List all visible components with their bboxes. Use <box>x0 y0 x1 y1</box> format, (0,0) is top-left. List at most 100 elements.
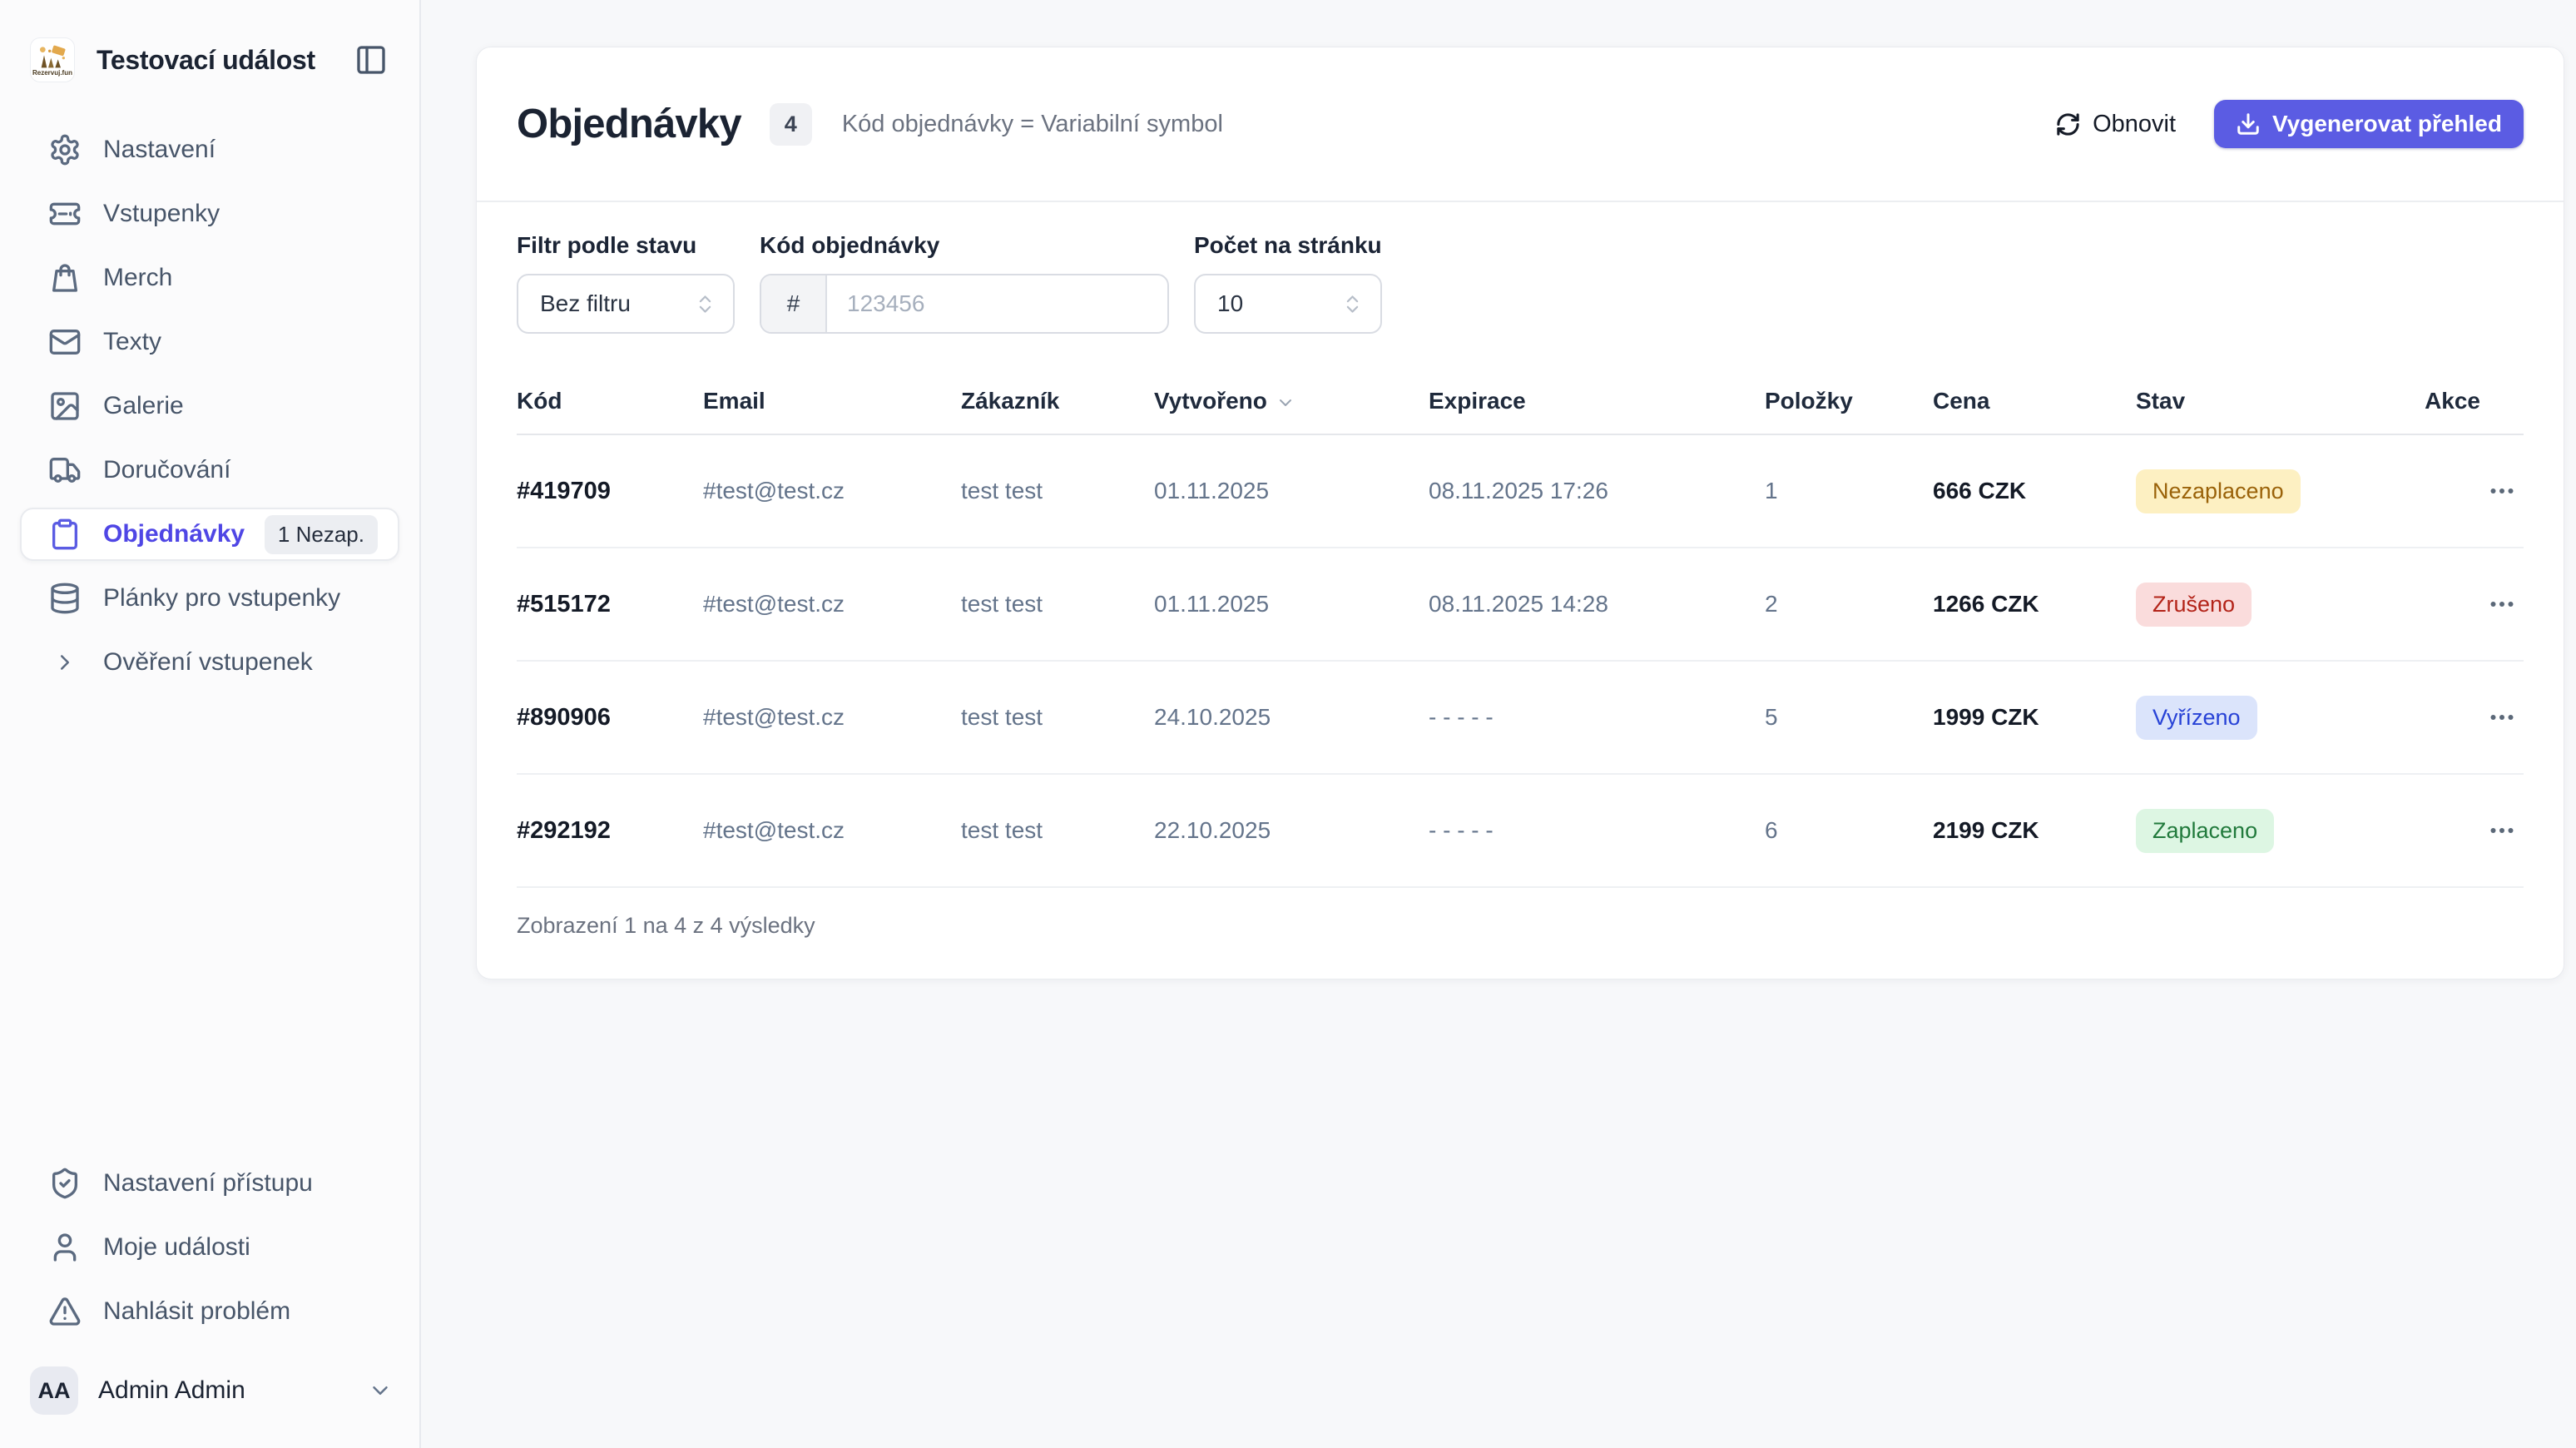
refresh-label: Obnovit <box>2093 111 2176 138</box>
order-code-input-group: # <box>760 274 1169 334</box>
sidebar-item-merch[interactable]: Merch <box>20 251 399 305</box>
status-badge: Nezaplaceno <box>2136 469 2301 513</box>
sidebar-item-label: Nastavení přístupu <box>103 1169 313 1198</box>
per-page-value: 10 <box>1217 290 1243 317</box>
row-actions-button[interactable] <box>2480 696 2524 739</box>
order-expiration: - - - - - <box>1429 817 1765 844</box>
shopping-bag-icon <box>48 261 82 295</box>
order-created: 01.11.2025 <box>1154 478 1429 504</box>
per-page-select[interactable]: 10 <box>1194 274 1382 334</box>
order-email: #test@test.cz <box>703 591 961 617</box>
logo-art-icon <box>36 44 69 69</box>
table-footer: Zobrazení 1 na 4 z 4 výsledky <box>477 888 2564 979</box>
order-code: #890906 <box>517 704 703 731</box>
row-actions-button[interactable] <box>2480 809 2524 852</box>
sidebar-spacer <box>20 689 399 1157</box>
order-price: 1999 CZK <box>1933 704 2136 731</box>
sidebar-header: Rezervuj.fun Testovací událost <box>20 30 399 90</box>
sidebar-nav: Nastavení Vstupenky Merch Texty Galerie … <box>20 123 399 689</box>
row-actions-button[interactable] <box>2480 469 2524 513</box>
panel-left-icon <box>354 43 388 77</box>
sidebar-item-moje-udalosti[interactable]: Moje události <box>20 1221 399 1274</box>
sidebar-item-label: Plánky pro vstupenky <box>103 584 340 612</box>
table-row: #890906 #test@test.cz test test 24.10.20… <box>517 662 2524 775</box>
column-header-expirace: Expirace <box>1429 388 1765 414</box>
orders-header-actions: Obnovit Vygenerovat přehled <box>2055 100 2524 148</box>
sidebar-item-galerie[interactable]: Galerie <box>20 379 399 433</box>
avatar: AA <box>30 1366 78 1415</box>
generate-report-label: Vygenerovat přehled <box>2272 111 2502 137</box>
truck-icon <box>48 454 82 487</box>
chevron-down-icon <box>368 1378 393 1403</box>
event-name: Testovací událost <box>97 45 349 76</box>
order-customer: test test <box>961 704 1154 731</box>
sort-chevron-down-icon <box>1276 389 1295 413</box>
sidebar-item-nastaveni[interactable]: Nastavení <box>20 123 399 176</box>
sidebar-item-label: Doručování <box>103 456 230 484</box>
app-logo: Rezervuj.fun <box>30 37 75 82</box>
sidebar-item-dorucovani[interactable]: Doručování <box>20 444 399 497</box>
sidebar: Rezervuj.fun Testovací událost Nastavení… <box>0 0 421 1448</box>
status-filter-label: Filtr podle stavu <box>517 232 735 259</box>
sidebar-item-label: Merch <box>103 264 172 292</box>
column-header-stav: Stav <box>2136 388 2424 414</box>
sidebar-item-label: Galerie <box>103 392 184 420</box>
column-header-email: Email <box>703 388 961 414</box>
status-badge: Zaplaceno <box>2136 809 2274 853</box>
table-header-row: Kód Email Zákazník Vytvořeno Expirace Po… <box>517 369 2524 435</box>
order-email: #test@test.cz <box>703 817 961 844</box>
sidebar-item-objednavky[interactable]: Objednávky 1 Nezap. <box>20 508 399 561</box>
column-header-vytvoreno[interactable]: Vytvořeno <box>1154 388 1429 414</box>
sidebar-item-overeni[interactable]: Ověření vstupenek <box>20 636 399 689</box>
order-code-label: Kód objednávky <box>760 232 1169 259</box>
sidebar-item-planky[interactable]: Plánky pro vstupenky <box>20 572 399 625</box>
order-created: 01.11.2025 <box>1154 591 1429 617</box>
table-row: #419709 #test@test.cz test test 01.11.20… <box>517 435 2524 548</box>
results-summary: Zobrazení 1 na 4 z 4 výsledky <box>517 913 815 938</box>
sidebar-item-label: Nahlásit problém <box>103 1297 290 1326</box>
column-header-zakaznik: Zákazník <box>961 388 1154 414</box>
hash-prefix: # <box>761 275 827 332</box>
user-menu[interactable]: AA Admin Admin <box>20 1366 399 1415</box>
sidebar-item-nastaveni-pristupu[interactable]: Nastavení přístupu <box>20 1157 399 1210</box>
order-created: 24.10.2025 <box>1154 704 1429 731</box>
chevron-right-icon <box>48 646 82 679</box>
status-filter-group: Filtr podle stavu Bez filtru <box>517 232 735 334</box>
order-items: 5 <box>1765 704 1933 731</box>
sidebar-item-label: Objednávky <box>103 520 245 548</box>
table-row: #292192 #test@test.cz test test 22.10.20… <box>517 775 2524 888</box>
sidebar-item-label: Moje události <box>103 1233 250 1262</box>
order-code-input[interactable] <box>827 275 1167 332</box>
envelope-icon <box>48 325 82 359</box>
column-header-label: Vytvořeno <box>1154 388 1267 414</box>
sidebar-item-vstupenky[interactable]: Vstupenky <box>20 187 399 241</box>
row-actions-button[interactable] <box>2480 583 2524 626</box>
logo-text: Rezervuj.fun <box>32 70 72 77</box>
warning-triangle-icon <box>48 1295 82 1328</box>
column-header-akce: Akce <box>2425 388 2524 414</box>
sidebar-footer-nav: Nastavení přístupu Moje události Nahlási… <box>20 1157 399 1338</box>
refresh-button[interactable]: Obnovit <box>2055 111 2176 138</box>
page-title: Objednávky <box>517 101 741 147</box>
table-row: #515172 #test@test.cz test test 01.11.20… <box>517 548 2524 662</box>
database-icon <box>48 582 82 615</box>
clipboard-icon <box>48 518 82 551</box>
order-customer: test test <box>961 817 1154 844</box>
order-email: #test@test.cz <box>703 478 961 504</box>
generate-report-button[interactable]: Vygenerovat přehled <box>2214 100 2524 148</box>
main-content: Objednávky 4 Kód objednávky = Variabilní… <box>421 0 2576 1448</box>
filters-bar: Filtr podle stavu Bez filtru Kód objedná… <box>477 202 2564 369</box>
sidebar-item-nahlasit-problem[interactable]: Nahlásit problém <box>20 1285 399 1338</box>
sidebar-item-texty[interactable]: Texty <box>20 315 399 369</box>
sidebar-item-label: Texty <box>103 328 161 356</box>
order-email: #test@test.cz <box>703 704 961 731</box>
order-code: #292192 <box>517 817 703 845</box>
column-header-kod: Kód <box>517 388 703 414</box>
unpaid-count-badge: 1 Nezap. <box>265 515 378 554</box>
order-price: 2199 CZK <box>1933 817 2136 844</box>
status-filter-select[interactable]: Bez filtru <box>517 274 735 334</box>
download-icon <box>2236 112 2261 136</box>
status-badge: Zrušeno <box>2136 583 2252 627</box>
column-header-cena: Cena <box>1933 388 2136 414</box>
sidebar-toggle-button[interactable] <box>349 38 393 82</box>
